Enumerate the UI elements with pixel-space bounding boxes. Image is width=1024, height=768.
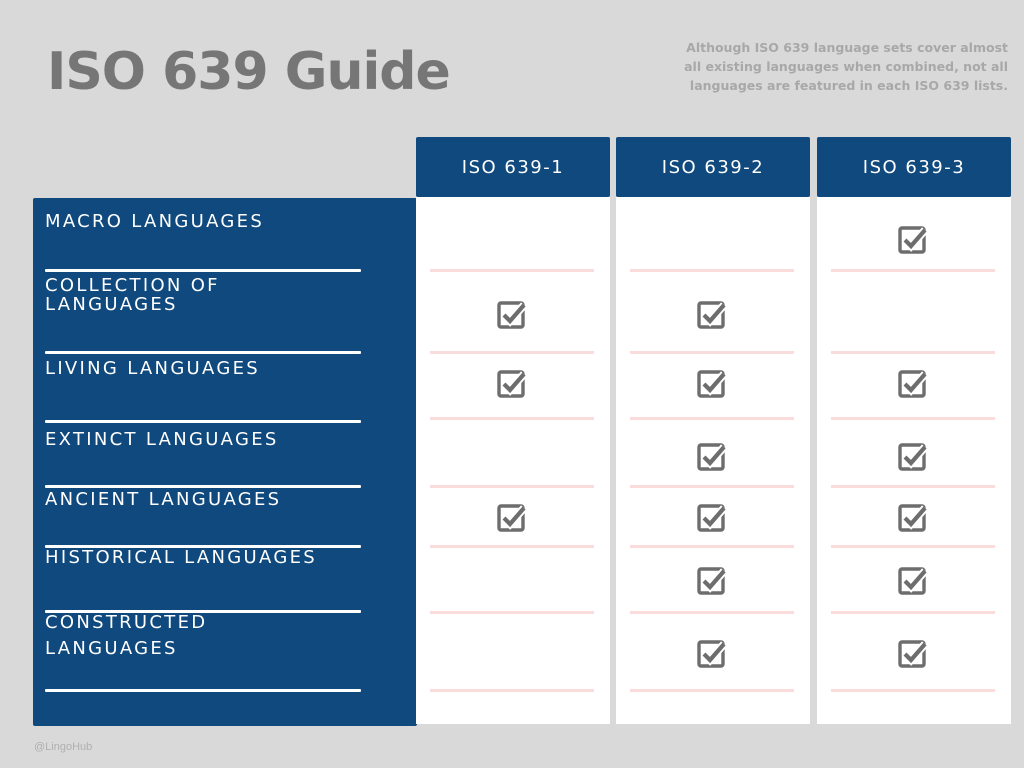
cell-divider [430,611,594,614]
checkbox-checked-icon [496,368,528,400]
cell-divider [831,485,995,488]
column-body [817,197,1011,724]
row-label: CONSTRUCTED LANGUAGES [45,612,208,659]
credit-text: @LingoHub [34,741,93,753]
column-iso-639-3: ISO 639-3 [817,137,1011,726]
checkbox-checked-icon [696,441,728,473]
row-label: EXTINCT LANGUAGES [45,429,279,450]
cell-divider [630,417,794,420]
checkbox-checked-icon [897,638,929,670]
row-divider [45,351,361,354]
description-text: Although ISO 639 language sets cover alm… [684,40,1008,93]
row-divider [45,269,361,272]
cell-divider [630,351,794,354]
row-labels-panel: MACRO LANGUAGES COLLECTION OF LANGUAGES LI… [33,198,417,726]
cell-divider [630,611,794,614]
cell-divider [430,689,594,692]
cell-divider [430,351,594,354]
row-label: ANCIENT LANGUAGES [45,489,282,510]
checkbox-checked-icon [696,368,728,400]
cell-divider [430,545,594,548]
cell-divider [630,545,794,548]
cell-divider [831,689,995,692]
cell-divider [831,417,995,420]
column-iso-639-1: ISO 639-1 [416,137,610,726]
checkbox-checked-icon [897,441,929,473]
checkbox-checked-icon [696,502,728,534]
row-divider [45,420,361,423]
column-header: ISO 639-2 [616,137,810,197]
checkbox-checked-icon [696,638,728,670]
checkbox-checked-icon [696,565,728,597]
checkbox-checked-icon [897,502,929,534]
cell-divider [430,485,594,488]
row-label: COLLECTION OF LANGUAGES [45,275,220,315]
column-iso-639-2: ISO 639-2 [616,137,810,726]
cell-divider [630,485,794,488]
row-label: LIVING LANGUAGES [45,358,260,379]
page-title: ISO 639 Guide [47,42,451,102]
cell-divider [831,269,995,272]
column-header: ISO 639-3 [817,137,1011,197]
checkbox-checked-icon [897,368,929,400]
cell-divider [630,269,794,272]
cell-divider [831,351,995,354]
row-label: MACRO LANGUAGES [45,211,265,232]
checkbox-checked-icon [496,502,528,534]
row-divider [45,689,361,692]
cell-divider [831,545,995,548]
column-header: ISO 639-1 [416,137,610,197]
column-body [416,197,610,724]
cell-divider [630,689,794,692]
row-divider [45,485,361,488]
row-label: HISTORICAL LANGUAGES [45,547,317,568]
checkbox-checked-icon [897,224,929,256]
column-body [616,197,810,724]
checkbox-checked-icon [897,565,929,597]
cell-divider [430,269,594,272]
checkbox-checked-icon [696,299,728,331]
checkbox-checked-icon [496,299,528,331]
cell-divider [430,417,594,420]
cell-divider [831,611,995,614]
